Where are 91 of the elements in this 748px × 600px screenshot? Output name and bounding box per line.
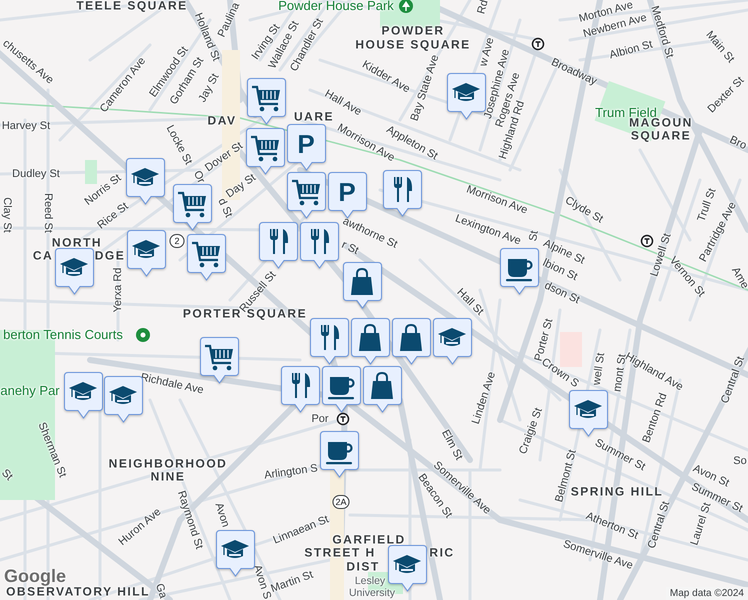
transit-station-icon (531, 37, 545, 51)
graduation-cap-marker-icon[interactable] (569, 390, 608, 437)
place-label: University (348, 588, 396, 600)
area-label: GARFIELD (332, 533, 406, 547)
parking-marker-icon[interactable]: P (328, 172, 367, 219)
shopping-cart-marker-icon[interactable] (200, 337, 239, 384)
route-shield: 2 (170, 234, 184, 248)
street-label: r St (340, 238, 360, 258)
area-label: NEIGHBORHOOD (108, 457, 228, 471)
park-label: Powder House Park (278, 0, 394, 14)
street-label: Dudley St (12, 168, 60, 180)
street-label: Hall St (454, 286, 486, 318)
fork-knife-marker-icon[interactable] (310, 318, 349, 365)
graduation-cap-marker-icon[interactable] (55, 248, 94, 295)
area-label: SQUARE (630, 129, 692, 143)
shopping-bag-marker-icon[interactable] (363, 366, 402, 413)
area-label: HOUSE SQUARE (355, 38, 471, 52)
park-label: anehy Par (0, 384, 60, 398)
graduation-cap-marker-icon[interactable] (447, 73, 486, 120)
shopping-bag-marker-icon[interactable] (351, 318, 390, 365)
street-label: well St (590, 352, 608, 386)
area-label: DGE (94, 249, 126, 263)
area-label: RIC (429, 546, 455, 560)
street-label: Benton Rd (640, 392, 670, 444)
fork-knife-marker-icon[interactable] (281, 366, 320, 413)
street-label: Locke St (164, 123, 194, 167)
graduation-cap-marker-icon[interactable] (216, 530, 255, 577)
street-label: Central St (646, 500, 672, 550)
street-label: Bro (728, 134, 748, 152)
street-label: Avon (212, 501, 232, 529)
street-label: Central St (718, 354, 748, 406)
street-label: w Ave (477, 36, 497, 68)
place-label: Lesley (354, 576, 386, 588)
coffee-cup-marker-icon[interactable] (500, 248, 539, 295)
area-label: STREET H (304, 546, 376, 560)
graduation-cap-marker-icon[interactable] (433, 318, 472, 365)
park-label: berton Tennis Courts (3, 328, 123, 342)
area-label: DIST (346, 560, 380, 574)
fork-knife-marker-icon[interactable] (383, 170, 422, 217)
street-label: Arlington S (264, 462, 318, 482)
area-label: CA (32, 249, 54, 263)
street-label: Albion St (608, 38, 654, 62)
area-label: POWDER (382, 24, 444, 38)
shopping-cart-marker-icon[interactable] (187, 234, 226, 281)
street-label: Harvey St (2, 120, 50, 132)
street-label: Richdale Ave (139, 371, 205, 397)
street-label: So (733, 454, 747, 468)
park-area (85, 160, 97, 184)
street-label: Or (190, 168, 208, 186)
area-label: OBSERVATORY HILL (6, 585, 150, 599)
street-label: Yerxa Rd (112, 268, 124, 312)
street-label: Clyde St (562, 194, 606, 226)
shopping-cart-marker-icon[interactable] (247, 78, 286, 125)
graduation-cap-marker-icon[interactable] (104, 376, 143, 423)
shopping-cart-marker-icon[interactable] (287, 172, 326, 219)
street-label: Craigie St (517, 406, 545, 456)
fork-knife-marker-icon[interactable] (300, 222, 339, 269)
street-label: St (527, 230, 541, 242)
street-label: Bay State Ave (408, 53, 442, 123)
coffee-cup-marker-icon[interactable] (322, 366, 361, 413)
shopping-cart-marker-icon[interactable] (173, 184, 212, 231)
fork-knife-marker-icon[interactable] (259, 222, 298, 269)
area-label: MAGOUN (629, 116, 693, 130)
shopping-bag-marker-icon[interactable] (392, 318, 431, 365)
area-label: TEELE SQUARE (76, 0, 188, 13)
street-label: Trull St (695, 186, 718, 224)
graduation-cap-marker-icon[interactable] (64, 372, 103, 419)
street-label: Ga (152, 582, 170, 600)
street-label: Por (311, 412, 329, 426)
transit-station-icon (336, 412, 350, 426)
area-label: UARE (294, 110, 334, 124)
area-label: NORTH (52, 236, 102, 250)
coffee-cup-marker-icon[interactable] (320, 431, 359, 478)
parking-marker-icon[interactable]: P (287, 124, 326, 171)
area-label: NINE (150, 470, 186, 484)
area-label: SPRING HILL (570, 485, 664, 498)
graduation-cap-marker-icon[interactable] (127, 230, 166, 277)
area-label: DAV (208, 114, 236, 128)
street-label: Jay St (196, 72, 222, 104)
park-pin-icon (136, 328, 150, 342)
street-label: dson St (542, 280, 582, 306)
street-label: St (0, 467, 15, 483)
tree-pin-icon (399, 0, 413, 13)
street-label: Elm St (439, 428, 465, 462)
shopping-bag-marker-icon[interactable] (343, 262, 382, 309)
street-label: Linden Ave (470, 370, 498, 426)
street-label: Reed St (42, 193, 54, 233)
street-label: Rice St (95, 200, 131, 232)
shopping-cart-marker-icon[interactable] (246, 128, 285, 175)
street-label: Clay St (0, 197, 14, 233)
map-logo: Google (4, 567, 66, 585)
